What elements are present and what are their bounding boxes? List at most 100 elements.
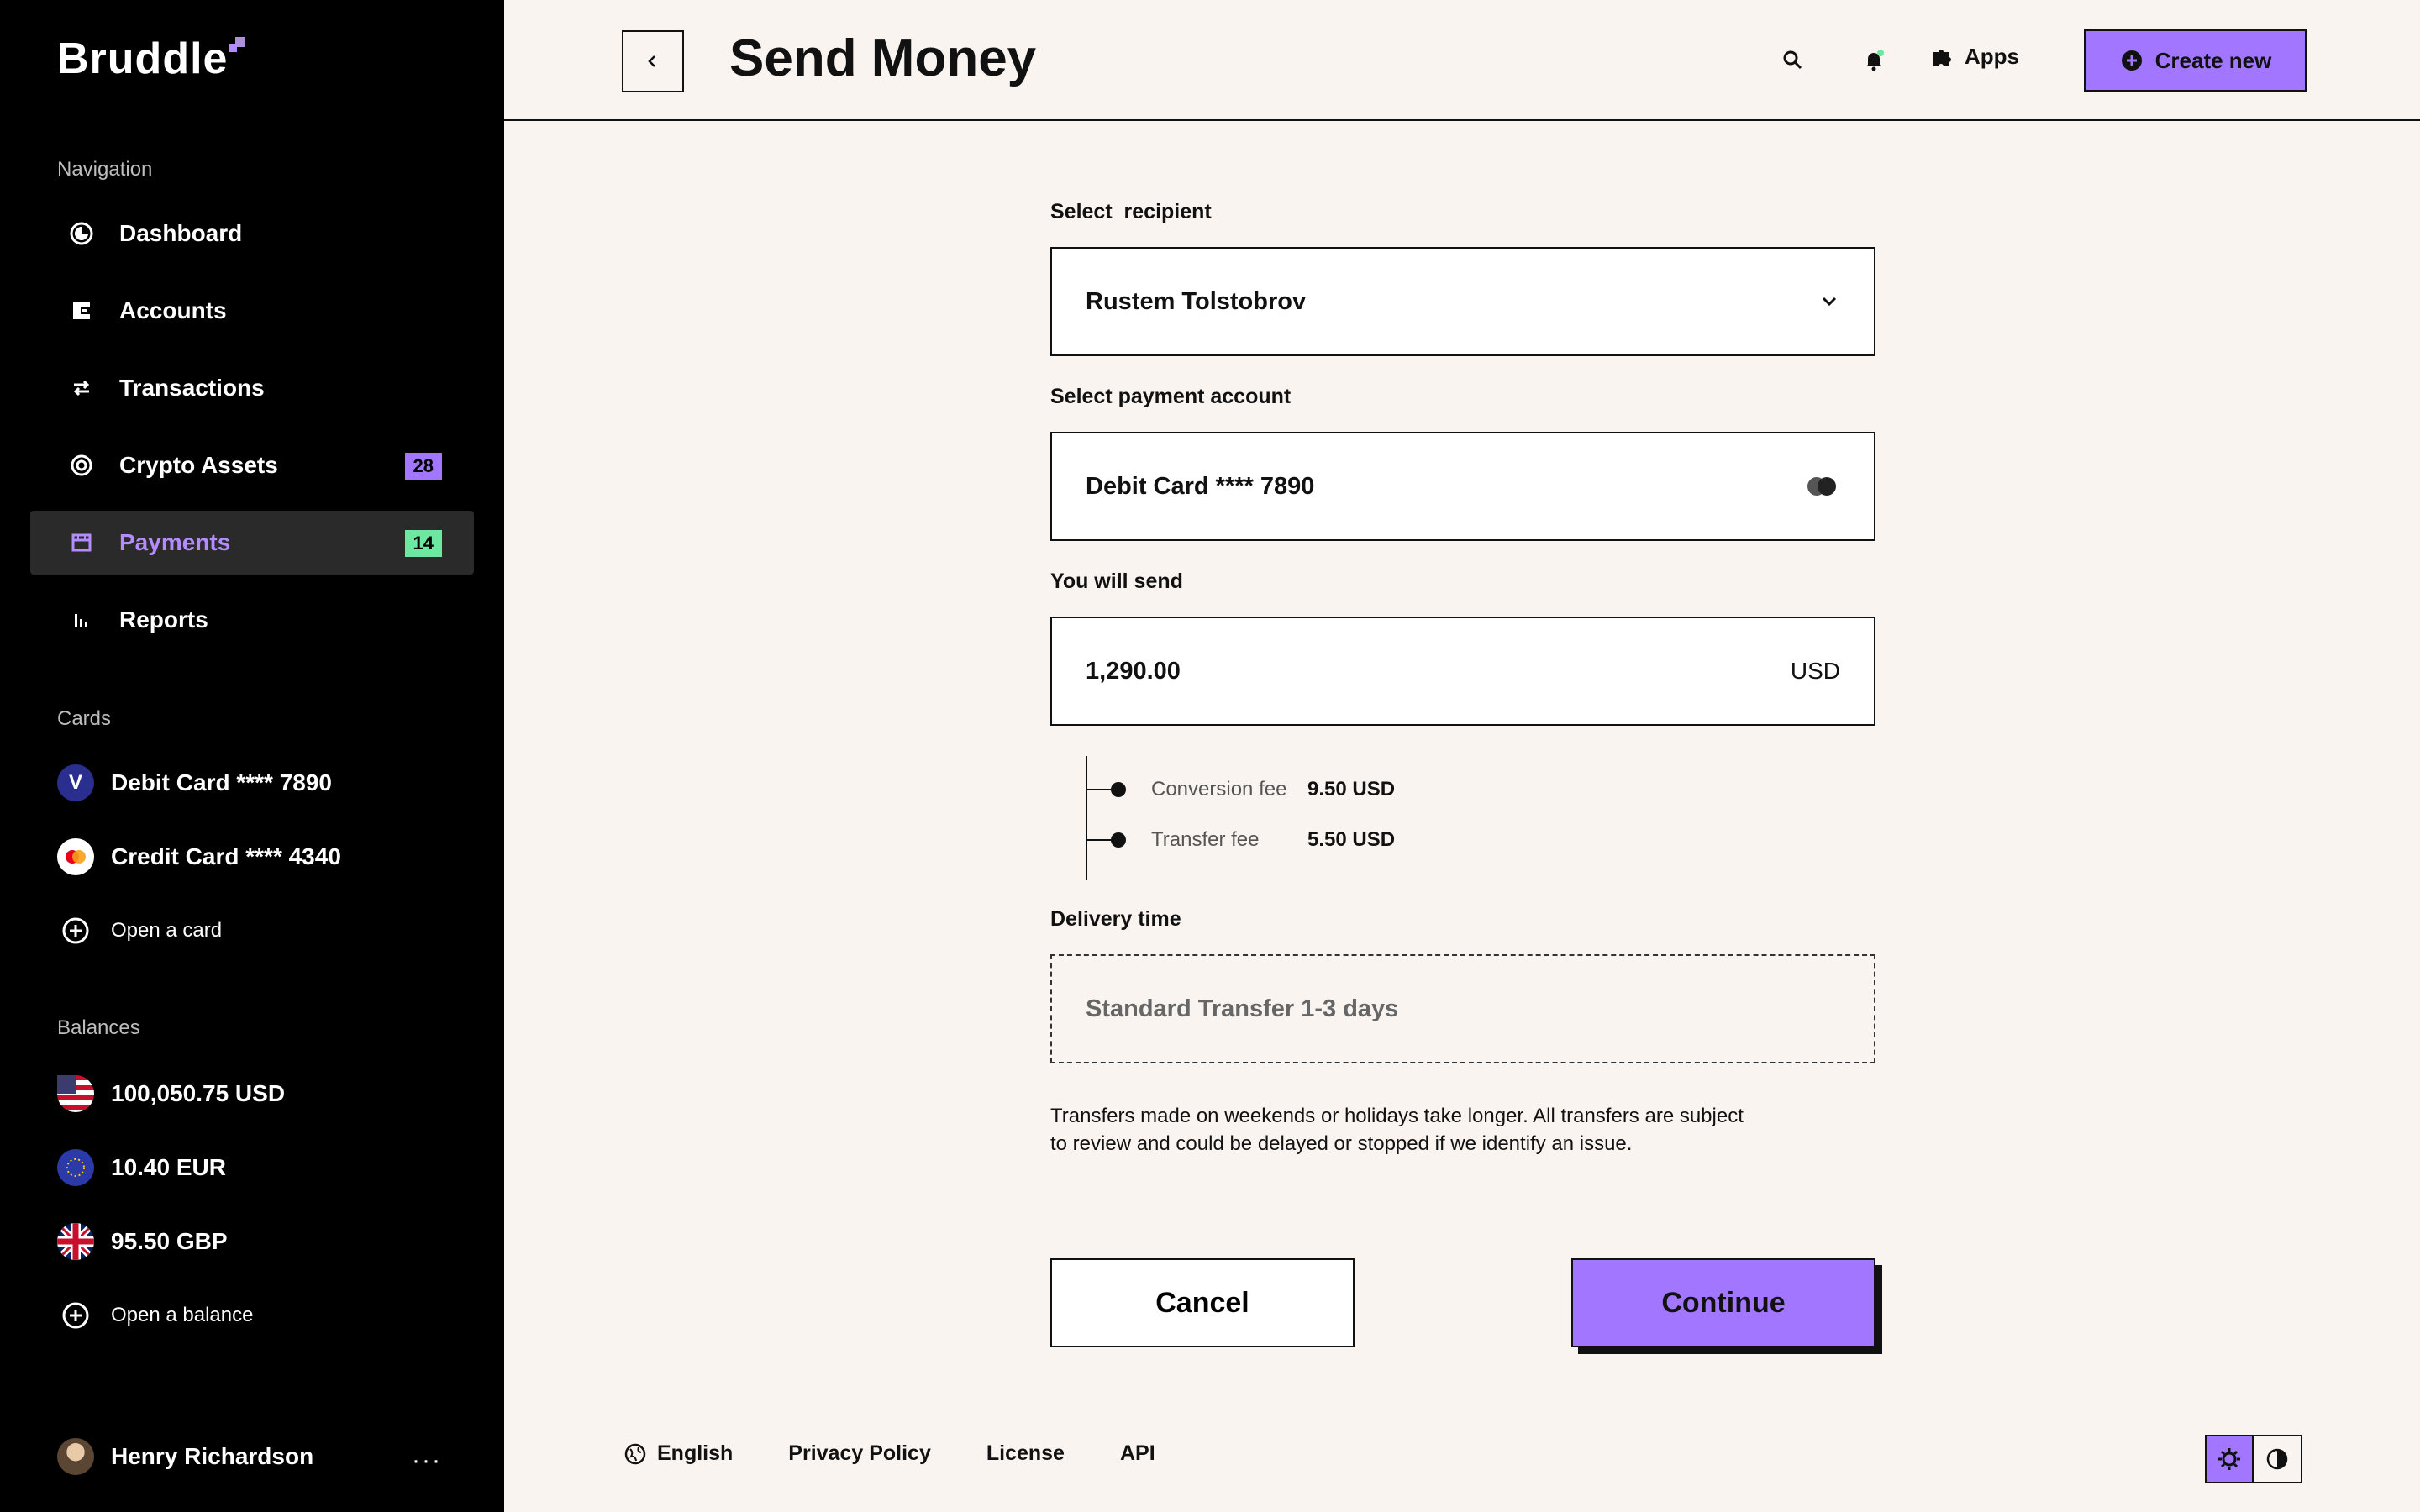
nav-heading: Navigation [57, 158, 153, 181]
fee-breakdown: Conversion fee 9.50 USD Transfer fee 5.5… [1086, 756, 1590, 880]
crypto-count-badge: 28 [404, 453, 442, 480]
fee-connector-line [1086, 756, 1087, 880]
send-label: You will send [1050, 570, 1183, 593]
chevron-left-icon [648, 55, 655, 67]
balances-heading: Balances [57, 1016, 140, 1039]
brand-logo[interactable]: Bruddle [57, 34, 228, 84]
create-new-button[interactable]: Create new [2084, 29, 2307, 92]
balance-item-eur[interactable]: 10.40 EUR [57, 1142, 226, 1193]
fee-value: 5.50 USD [1307, 828, 1396, 851]
sidebar-item-crypto-assets[interactable]: Crypto Assets 28 [30, 433, 474, 497]
balance-item-usd[interactable]: 100,050.75 USD [57, 1068, 285, 1119]
fee-row-transfer: Transfer fee 5.50 USD [1086, 828, 1395, 852]
open-card-link[interactable]: Open a card [57, 906, 222, 956]
recipient-label: Select recipient [1050, 200, 1212, 223]
card-item-credit[interactable]: Credit Card **** 4340 [57, 832, 341, 882]
chevron-down-icon [1822, 297, 1837, 307]
sidebar-item-label: Accounts [119, 297, 227, 323]
license-link[interactable]: License [986, 1441, 1065, 1466]
theme-toggle[interactable] [2205, 1435, 2302, 1483]
account-label: Select payment account [1050, 385, 1292, 408]
plus-circle-icon [2121, 50, 2142, 71]
search-icon[interactable] [1776, 44, 1810, 77]
sidebar-item-dashboard[interactable]: Dashboard [30, 202, 474, 265]
eu-flag-icon [57, 1149, 94, 1186]
note-line: Transfers made on weekends or holidays t… [1050, 1105, 1744, 1127]
cancel-button[interactable]: Cancel [1050, 1258, 1355, 1347]
globe-icon [624, 1443, 646, 1464]
payments-icon [30, 530, 119, 555]
fee-value: 9.50 USD [1307, 778, 1396, 801]
balance-item-gbp[interactable]: 95.50 GBP [57, 1216, 228, 1267]
puzzle-icon [1933, 49, 1951, 66]
transfer-note: Transfers made on weekends or holidays t… [1050, 1102, 1773, 1158]
sidebar-item-reports[interactable]: Reports [30, 588, 474, 652]
balance-label: 100,050.75 USD [111, 1080, 286, 1106]
dashboard-icon [30, 221, 119, 246]
notification-bell-icon[interactable] [1857, 44, 1891, 77]
card-item-debit[interactable]: V Debit Card **** 7890 [57, 758, 332, 808]
create-new-label: Create new [2154, 47, 2272, 73]
sidebar-item-label: Reports [119, 606, 208, 633]
transfer-arrows-icon [30, 375, 119, 401]
amount-value: 1,290.00 [1086, 657, 1181, 685]
api-link[interactable]: API [1120, 1441, 1155, 1466]
delivery-time-field[interactable]: Standard Transfer 1-3 days [1050, 954, 1876, 1063]
continue-button[interactable]: Continue [1571, 1258, 1876, 1347]
balance-label: 10.40 EUR [111, 1154, 226, 1180]
bullet-icon [1111, 782, 1126, 797]
open-card-label: Open a card [111, 919, 223, 942]
fee-name: Transfer fee [1151, 828, 1260, 851]
card-brand-icon [1807, 477, 1836, 496]
cards-heading: Cards [57, 707, 112, 730]
apps-menu[interactable]: Apps [1929, 44, 2019, 70]
balance-label: 95.50 GBP [111, 1228, 228, 1254]
wallet-icon [30, 298, 119, 323]
dark-mode-icon[interactable] [2254, 1436, 2301, 1482]
card-label: Debit Card **** 7890 [111, 769, 333, 795]
recipient-value: Rustem Tolstobrov [1086, 287, 1307, 315]
fee-row-conversion: Conversion fee 9.50 USD [1086, 778, 1395, 801]
open-balance-label: Open a balance [111, 1304, 254, 1326]
bullet-icon [1111, 832, 1126, 848]
payments-count-badge: 14 [404, 530, 442, 557]
delivery-label: Delivery time [1050, 907, 1181, 931]
sidebar-item-label: Dashboard [119, 220, 243, 246]
card-label: Credit Card **** 4340 [111, 843, 341, 869]
delivery-value: Standard Transfer 1-3 days [1086, 995, 1399, 1022]
language-label: English [657, 1441, 734, 1465]
amount-input[interactable]: 1,290.00 USD [1050, 617, 1876, 726]
privacy-policy-link[interactable]: Privacy Policy [788, 1441, 931, 1466]
more-options-icon[interactable]: ··· [412, 1446, 442, 1475]
mastercard-icon [57, 838, 94, 875]
avatar [57, 1438, 94, 1475]
logo-mark-icon [229, 37, 249, 57]
plus-circle-icon [57, 912, 94, 949]
sidebar-item-label: Payments [119, 529, 231, 555]
note-line: to review and could be delayed or stoppe… [1050, 1132, 1633, 1155]
open-balance-link[interactable]: Open a balance [57, 1290, 253, 1341]
account-value: Debit Card **** 7890 [1086, 472, 1315, 500]
page-title: Send Money [729, 29, 1037, 87]
payment-account-select[interactable]: Debit Card **** 7890 [1050, 432, 1876, 541]
language-selector[interactable]: English [623, 1441, 733, 1466]
user-name: Henry Richardson [111, 1443, 314, 1469]
plus-circle-icon [57, 1297, 94, 1334]
back-button[interactable] [622, 30, 684, 92]
uk-flag-icon [57, 1223, 94, 1260]
sidebar: Bruddle Navigation Dashboard Accounts Tr… [0, 0, 504, 1512]
recipient-select[interactable]: Rustem Tolstobrov [1050, 247, 1876, 356]
sidebar-item-transactions[interactable]: Transactions [30, 356, 474, 420]
us-flag-icon [57, 1075, 94, 1112]
visa-icon: V [57, 764, 94, 801]
sidebar-item-label: Transactions [119, 375, 265, 401]
footer: English Privacy Policy License API [623, 1441, 1211, 1466]
continue-button-wrap: Continue [1571, 1258, 1884, 1356]
sidebar-item-payments[interactable]: Payments 14 [30, 511, 474, 575]
currency-label: USD [1790, 658, 1840, 684]
bar-chart-icon [30, 607, 119, 633]
apps-label: Apps [1965, 44, 2019, 69]
user-profile[interactable]: Henry Richardson [57, 1438, 313, 1475]
sidebar-item-accounts[interactable]: Accounts [30, 279, 474, 343]
light-mode-icon[interactable] [2207, 1436, 2254, 1482]
